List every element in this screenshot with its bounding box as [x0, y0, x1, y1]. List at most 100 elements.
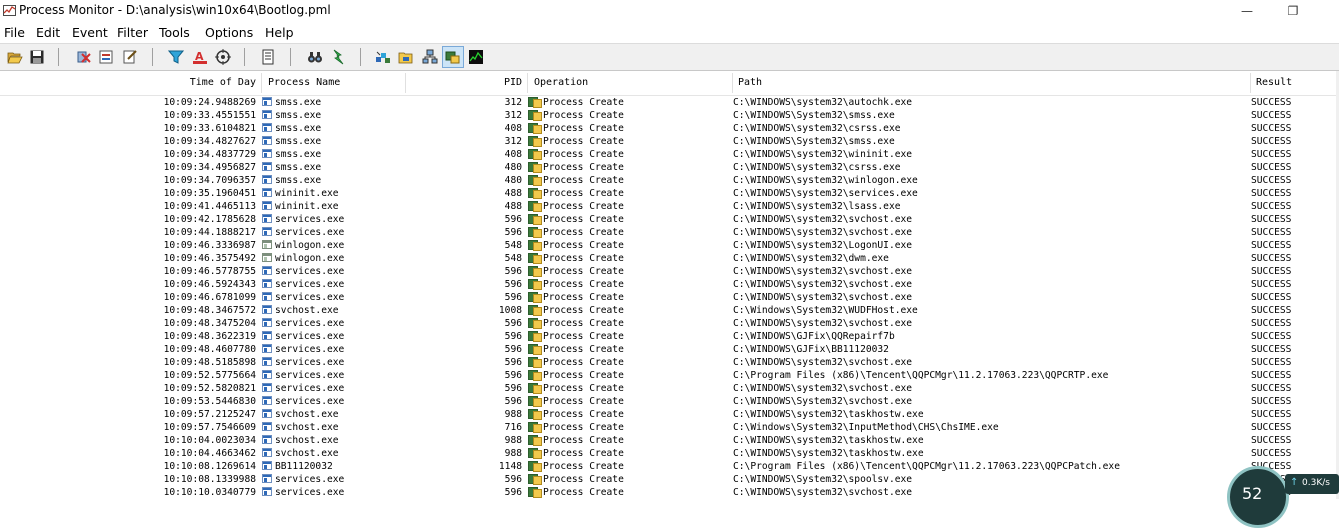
title-bar[interactable]: Process Monitor - D:\analysis\win10x64\B… — [0, 0, 1339, 22]
path-cell: C:\WINDOWS\system32\svchost.exe — [733, 227, 913, 238]
table-row[interactable]: 10:09:52.5775664 services.exe 596 Process C… — [0, 369, 1339, 382]
time-cell: 10:09:34.4827627 — [163, 136, 256, 147]
table-row[interactable]: 10:09:34.4827627 smss.exe 312 Process Creat… — [0, 135, 1339, 148]
column-header-operation[interactable]: Operation — [534, 71, 724, 95]
time-cell: 10:09:35.1960451 — [163, 188, 256, 199]
table-row[interactable]: 10:09:46.3575492 winlogon.exe 548 Process C… — [0, 252, 1339, 265]
pid-cell: 1148 — [498, 461, 522, 472]
table-row[interactable]: 10:10:04.0023034 svchost.exe 988 Process Cr… — [0, 434, 1339, 447]
open-button[interactable] — [5, 47, 25, 67]
menu-edit[interactable]: Edit — [36, 25, 60, 40]
table-row[interactable]: 10:09:34.4956827 smss.exe 480 Process Creat… — [0, 161, 1339, 174]
highlight-button[interactable]: A — [190, 47, 210, 67]
table-row[interactable]: 10:09:34.4837729 smss.exe 408 Process Creat… — [0, 148, 1339, 161]
table-row[interactable]: 10:09:57.2125247 svchost.exe 988 Process Cr… — [0, 408, 1339, 421]
time-cell: 10:09:57.7546609 — [163, 422, 256, 433]
jump-button[interactable] — [329, 47, 349, 67]
time-cell: 10:10:10.0340779 — [163, 487, 256, 498]
process-icon — [262, 292, 272, 301]
process-tree-button[interactable] — [258, 47, 278, 67]
autoscroll-button[interactable] — [96, 47, 116, 67]
table-row[interactable]: 10:09:33.6104821 smss.exe 408 Process Creat… — [0, 122, 1339, 135]
table-row[interactable]: 10:10:08.1339988 services.exe 596 Process C… — [0, 473, 1339, 486]
show-profiling-button[interactable] — [466, 47, 486, 67]
pid-cell: 596 — [504, 396, 522, 407]
menu-help[interactable]: Help — [265, 25, 294, 40]
table-row[interactable]: 10:09:46.6781099 services.exe 596 Process C… — [0, 291, 1339, 304]
result-cell: SUCCESS — [1251, 162, 1292, 173]
table-row[interactable]: 10:09:48.3475204 services.exe 596 Process C… — [0, 317, 1339, 330]
target-icon — [215, 49, 231, 65]
process-icon — [262, 383, 272, 392]
result-cell: SUCCESS — [1251, 240, 1292, 251]
restore-button[interactable]: ❐ — [1270, 0, 1316, 22]
network-speed-widget[interactable]: 52 ↑ 0.3K/s — [1227, 466, 1339, 528]
include-process-button[interactable] — [213, 47, 233, 67]
column-header-time[interactable]: Time of Day — [120, 71, 256, 95]
show-registry-button[interactable] — [373, 47, 393, 67]
process-icon — [262, 396, 272, 405]
path-cell: C:\WINDOWS\system32\autochk.exe — [733, 97, 913, 108]
table-row[interactable]: 10:09:44.1888217 services.exe 596 Process C… — [0, 226, 1339, 239]
table-row[interactable]: 10:09:24.9488269 smss.exe 312 Process Creat… — [0, 96, 1339, 109]
column-header-path[interactable]: Path — [738, 71, 1238, 95]
operation-cell: Process Create — [528, 148, 728, 161]
pid-cell: 488 — [504, 188, 522, 199]
process-create-icon — [528, 434, 542, 446]
menu-file[interactable]: File — [4, 25, 25, 40]
operation-cell: Process Create — [528, 395, 728, 408]
show-process-activity-button[interactable] — [442, 46, 464, 68]
clear-button[interactable] — [120, 47, 140, 67]
save-button[interactable] — [27, 47, 47, 67]
column-header-process[interactable]: Process Name — [268, 71, 398, 95]
table-row[interactable]: 10:09:48.3467572 svchost.exe 1008 Process C… — [0, 304, 1339, 317]
table-row[interactable]: 10:09:57.7546609 svchost.exe 716 Process Cr… — [0, 421, 1339, 434]
process-name: services.exe — [275, 396, 345, 407]
table-row[interactable]: 10:09:46.5778755 services.exe 596 Process C… — [0, 265, 1339, 278]
filter-button[interactable] — [166, 47, 186, 67]
table-row[interactable]: 10:09:52.5820821 services.exe 596 Process C… — [0, 382, 1339, 395]
table-row[interactable]: 10:09:33.4551551 smss.exe 312 Process Creat… — [0, 109, 1339, 122]
process-create-icon — [528, 408, 542, 420]
show-filesystem-button[interactable] — [396, 47, 416, 67]
event-list[interactable]: Time of Day Process Name PID Operation P… — [0, 71, 1339, 499]
process-cell: services.exe — [262, 343, 402, 356]
find-button[interactable] — [305, 47, 325, 67]
time-cell: 10:09:52.5775664 — [163, 370, 256, 381]
table-row[interactable]: 10:09:41.4465113 wininit.exe 488 Process Cr… — [0, 200, 1339, 213]
table-row[interactable]: 10:09:48.4607780 services.exe 596 Process C… — [0, 343, 1339, 356]
table-row[interactable]: 10:09:34.7096357 smss.exe 480 Process Creat… — [0, 174, 1339, 187]
capture-button[interactable] — [74, 47, 94, 67]
minimize-button[interactable]: — — [1224, 0, 1270, 22]
table-row[interactable]: 10:09:46.5924343 services.exe 596 Process C… — [0, 278, 1339, 291]
result-cell: SUCCESS — [1251, 409, 1292, 420]
time-cell: 10:09:33.4551551 — [163, 110, 256, 121]
window-title: Process Monitor - D:\analysis\win10x64\B… — [19, 3, 331, 17]
column-header-pid[interactable]: PID — [440, 71, 522, 95]
column-header-result[interactable]: Result — [1256, 71, 1326, 95]
table-row[interactable]: 10:09:48.5185898 services.exe 596 Process C… — [0, 356, 1339, 369]
menu-tools[interactable]: Tools — [159, 25, 190, 40]
show-network-button[interactable] — [420, 47, 440, 67]
process-name: svchost.exe — [275, 409, 339, 420]
table-row[interactable]: 10:10:10.0340779 services.exe 596 Process C… — [0, 486, 1339, 499]
operation-cell: Process Create — [528, 135, 728, 148]
path-cell: C:\WINDOWS\system32\winlogon.exe — [733, 175, 918, 186]
operation-name: Process Create — [543, 266, 624, 277]
process-cell: services.exe — [262, 486, 402, 499]
capture-icon — [77, 51, 91, 63]
table-row[interactable]: 10:10:08.1269614 BB11120032 1148 Process Cr… — [0, 460, 1339, 473]
table-row[interactable]: 10:09:48.3622319 services.exe 596 Process C… — [0, 330, 1339, 343]
menu-filter[interactable]: Filter — [117, 25, 148, 40]
process-cell: BB11120032 — [262, 460, 402, 473]
menu-event[interactable]: Event — [72, 25, 108, 40]
table-row[interactable]: 10:09:35.1960451 wininit.exe 488 Process Cr… — [0, 187, 1339, 200]
table-row[interactable]: 10:10:04.4663462 svchost.exe 988 Process Cr… — [0, 447, 1339, 460]
process-icon — [262, 227, 272, 236]
table-row[interactable]: 10:09:42.1785628 services.exe 596 Process C… — [0, 213, 1339, 226]
operation-name: Process Create — [543, 201, 624, 212]
table-row[interactable]: 10:09:46.3336987 winlogon.exe 548 Process C… — [0, 239, 1339, 252]
table-row[interactable]: 10:09:53.5446830 services.exe 596 Process C… — [0, 395, 1339, 408]
process-create-icon — [528, 330, 542, 342]
menu-options[interactable]: Options — [205, 25, 253, 40]
